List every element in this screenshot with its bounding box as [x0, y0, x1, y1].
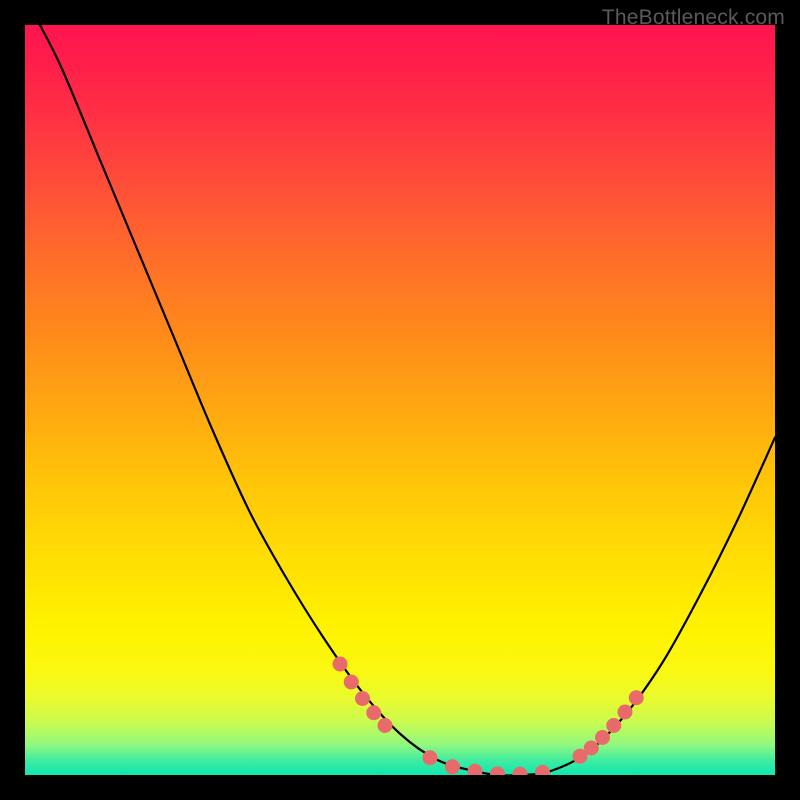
marker-dot — [584, 741, 599, 756]
marker-dot — [606, 718, 621, 733]
bottleneck-curve — [40, 25, 775, 775]
marker-dot — [333, 657, 348, 672]
marker-dot — [468, 764, 483, 775]
marker-dot — [423, 750, 438, 765]
marker-dot — [618, 705, 633, 720]
marker-dot — [595, 730, 610, 745]
marker-dot — [490, 766, 505, 775]
marker-dot — [535, 765, 550, 775]
marker-dot — [513, 767, 528, 775]
marker-dot — [445, 759, 460, 774]
watermark-text: TheBottleneck.com — [602, 6, 785, 30]
plot-area — [25, 25, 775, 775]
marker-dot — [355, 691, 370, 706]
marker-dot — [366, 705, 381, 720]
marker-dot — [344, 675, 359, 690]
marker-dot — [378, 718, 393, 733]
marker-dot — [629, 690, 644, 705]
chart-svg — [25, 25, 775, 775]
highlight-markers — [333, 657, 644, 776]
